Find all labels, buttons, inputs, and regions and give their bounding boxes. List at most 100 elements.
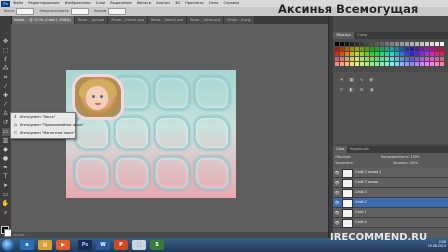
swatch-cell[interactable]	[420, 47, 424, 51]
swatch-cell[interactable]	[350, 47, 354, 51]
swatch-cell[interactable]	[380, 57, 384, 61]
opacity-control[interactable]: Непрозрачность: 100%	[381, 155, 420, 159]
brush-icon[interactable]: ⁄	[2, 101, 10, 109]
swatch-cell[interactable]	[345, 47, 349, 51]
hue-saturation-icon[interactable]: ◧	[349, 88, 354, 93]
brightness-icon[interactable]: ☀	[339, 78, 344, 83]
shape-icon[interactable]: ▭	[2, 191, 10, 199]
swatch-cell[interactable]	[370, 62, 374, 66]
doc-tab-6[interactable]: ffmob..._fr.png	[224, 16, 255, 24]
swatch-cell[interactable]	[360, 62, 364, 66]
swatch-cell[interactable]	[435, 42, 439, 46]
levels-icon[interactable]: ▦	[349, 78, 354, 83]
swatch-cell[interactable]	[395, 62, 399, 66]
swatch-cell[interactable]	[345, 42, 349, 46]
swatch-cell[interactable]	[410, 62, 414, 66]
blend-mode-select[interactable]: Обычные	[335, 155, 350, 159]
folder-taskbar-icon[interactable]: ▤	[38, 240, 52, 250]
swatch-cell[interactable]	[350, 52, 354, 56]
visibility-eye-icon[interactable]: 👁	[334, 190, 340, 195]
swatch-cell[interactable]	[390, 57, 394, 61]
swatch-cell[interactable]	[420, 62, 424, 66]
swatch-cell[interactable]	[430, 52, 434, 56]
powerpoint-taskbar-icon[interactable]: P	[114, 240, 128, 250]
doc-tab-5[interactable]: ffmob..._frame.png	[186, 16, 225, 24]
swatch-cell[interactable]	[390, 42, 394, 46]
type-icon[interactable]: T	[2, 173, 10, 181]
swatch-cell[interactable]	[420, 52, 424, 56]
swatch-cell[interactable]	[390, 62, 394, 66]
doc-tab-3[interactable]: ffmob..._frame1.png	[108, 16, 148, 24]
swatch-cell[interactable]	[440, 57, 444, 61]
swatch-cell[interactable]	[435, 52, 439, 56]
swatch-cell[interactable]	[365, 57, 369, 61]
visibility-eye-icon[interactable]: 👁	[334, 200, 340, 205]
crop-icon[interactable]: ⌗	[2, 74, 10, 82]
swatch-cell[interactable]	[370, 42, 374, 46]
doc-tab-1[interactable]: Mobile ... @ 33,3% (Слой 2, RGB/8)	[11, 16, 75, 24]
visibility-eye-icon[interactable]: 👁	[334, 210, 340, 215]
explorer-taskbar-icon[interactable]: e	[20, 240, 34, 250]
blur-icon[interactable]: ◆	[2, 146, 10, 154]
swatch-cell[interactable]	[345, 57, 349, 61]
eyedropper-icon[interactable]: ⁄	[2, 83, 10, 91]
layer-row[interactable]: 👁 Слой 3 копия	[333, 178, 448, 188]
swatch-cell[interactable]	[385, 47, 389, 51]
tab-swatches[interactable]: Образцы	[333, 32, 354, 39]
flow-field[interactable]	[108, 7, 127, 15]
swatch-cell[interactable]	[360, 47, 364, 51]
swatch-cell[interactable]	[385, 52, 389, 56]
hand-icon[interactable]: ✋	[2, 200, 10, 208]
swatch-cell[interactable]	[395, 47, 399, 51]
swatch-cell[interactable]	[340, 57, 344, 61]
swatch-cell[interactable]	[395, 57, 399, 61]
swatch-cell[interactable]	[390, 52, 394, 56]
swatch-cell[interactable]	[385, 62, 389, 66]
flyout-lasso[interactable]: ℓ Инструмент "Лассо"	[13, 114, 56, 121]
swatch-cell[interactable]	[405, 52, 409, 56]
swatches-grid[interactable]	[333, 40, 448, 68]
swatch-cell[interactable]	[430, 42, 434, 46]
swatch-cell[interactable]	[335, 52, 339, 56]
move-icon[interactable]: ✥	[2, 38, 10, 46]
swatch-cell[interactable]	[355, 57, 359, 61]
swatch-cell[interactable]	[360, 42, 364, 46]
swatch-cell[interactable]	[365, 52, 369, 56]
swatch-cell[interactable]	[405, 47, 409, 51]
brush-dropdown[interactable]	[16, 7, 35, 15]
swatch-cell[interactable]	[440, 47, 444, 51]
swatch-cell[interactable]	[425, 62, 429, 66]
swatch-cell[interactable]	[335, 57, 339, 61]
swatch-cell[interactable]	[400, 52, 404, 56]
menu-filter[interactable]: Фильтр	[137, 0, 151, 7]
app-taskbar-icon[interactable]: ⬚	[132, 240, 146, 250]
swatch-cell[interactable]	[400, 47, 404, 51]
swatch-cell[interactable]	[410, 52, 414, 56]
swatch-cell[interactable]	[435, 57, 439, 61]
swatch-cell[interactable]	[355, 42, 359, 46]
swatch-cell[interactable]	[380, 52, 384, 56]
swatch-cell[interactable]	[375, 42, 379, 46]
swatch-cell[interactable]	[370, 52, 374, 56]
swatch-cell[interactable]	[355, 47, 359, 51]
layer-row[interactable]: 👁 Слой 2	[333, 198, 448, 208]
swatch-cell[interactable]	[405, 57, 409, 61]
color-balance-icon[interactable]: ⚖	[359, 88, 364, 93]
swatch-cell[interactable]	[345, 62, 349, 66]
lasso-icon[interactable]: ℓ	[2, 56, 10, 64]
swatch-cell[interactable]	[375, 57, 379, 61]
healing-brush-icon[interactable]: ✚	[2, 92, 10, 100]
swatch-cell[interactable]	[415, 42, 419, 46]
eraser-icon[interactable]: ▭	[1, 128, 10, 136]
swatch-cell[interactable]	[425, 42, 429, 46]
pen-icon[interactable]: ✒	[2, 164, 10, 172]
swatch-cell[interactable]	[430, 62, 434, 66]
swatch-cell[interactable]	[410, 57, 414, 61]
layer-row[interactable]: 👁 Слой 3 копия 2	[333, 168, 448, 178]
swatch-cell[interactable]	[395, 42, 399, 46]
swatch-cell[interactable]	[370, 57, 374, 61]
dodge-icon[interactable]: ●	[2, 155, 10, 163]
fill-control[interactable]: Заливка: 100%	[393, 161, 418, 165]
menu-analysis[interactable]: Анализ	[156, 0, 170, 7]
black-white-icon[interactable]: ◑	[369, 88, 374, 93]
